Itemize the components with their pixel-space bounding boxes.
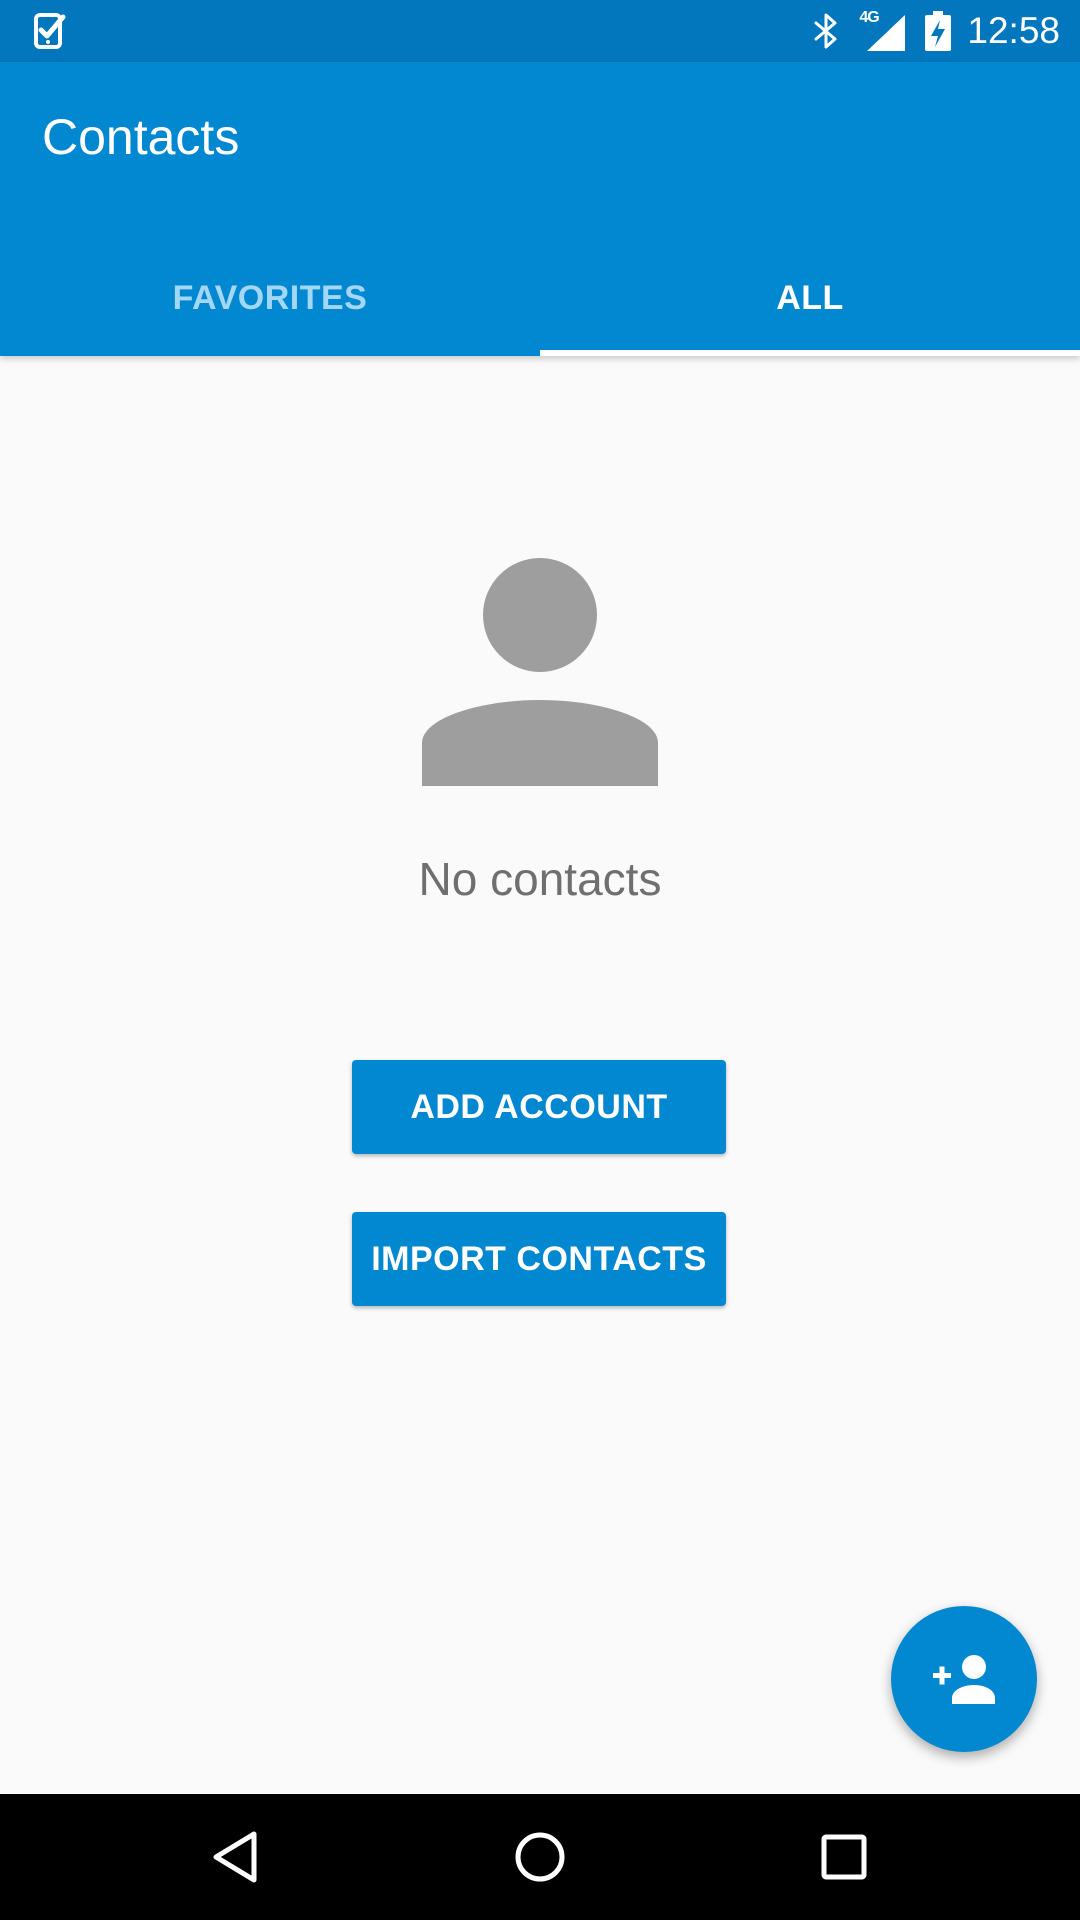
battery-charging-icon <box>925 11 952 51</box>
app-bar: Contacts FAVORITES ALL <box>0 62 1080 356</box>
status-time: 12:58 <box>967 10 1060 51</box>
empty-state-message: No contacts <box>418 853 662 905</box>
task-check-icon <box>30 11 70 51</box>
tab-bar: FAVORITES ALL <box>0 240 1080 356</box>
cell-signal-icon: 4G <box>859 9 906 51</box>
add-account-button[interactable]: ADD ACCOUNT <box>352 1060 726 1154</box>
bluetooth-icon <box>814 13 837 49</box>
back-triangle-icon[interactable] <box>206 1827 266 1887</box>
add-person-icon <box>933 1655 995 1704</box>
add-contact-fab[interactable] <box>891 1606 1037 1752</box>
home-circle-icon[interactable] <box>510 1827 570 1887</box>
person-icon <box>422 558 658 786</box>
contacts-screen: 4G 12:58 Contacts FAVORITES ALL No conta… <box>0 0 1080 1920</box>
recents-square-icon[interactable] <box>814 1827 874 1887</box>
status-bar: 4G 12:58 <box>0 0 1080 62</box>
navigation-bar <box>0 1794 1080 1920</box>
tab-favorites[interactable]: FAVORITES <box>0 240 540 356</box>
import-contacts-button[interactable]: IMPORT CONTACTS <box>352 1212 726 1306</box>
page-title: Contacts <box>42 109 240 165</box>
tab-all[interactable]: ALL <box>540 240 1080 356</box>
status-icons: 4G 12:58 <box>811 0 1060 62</box>
